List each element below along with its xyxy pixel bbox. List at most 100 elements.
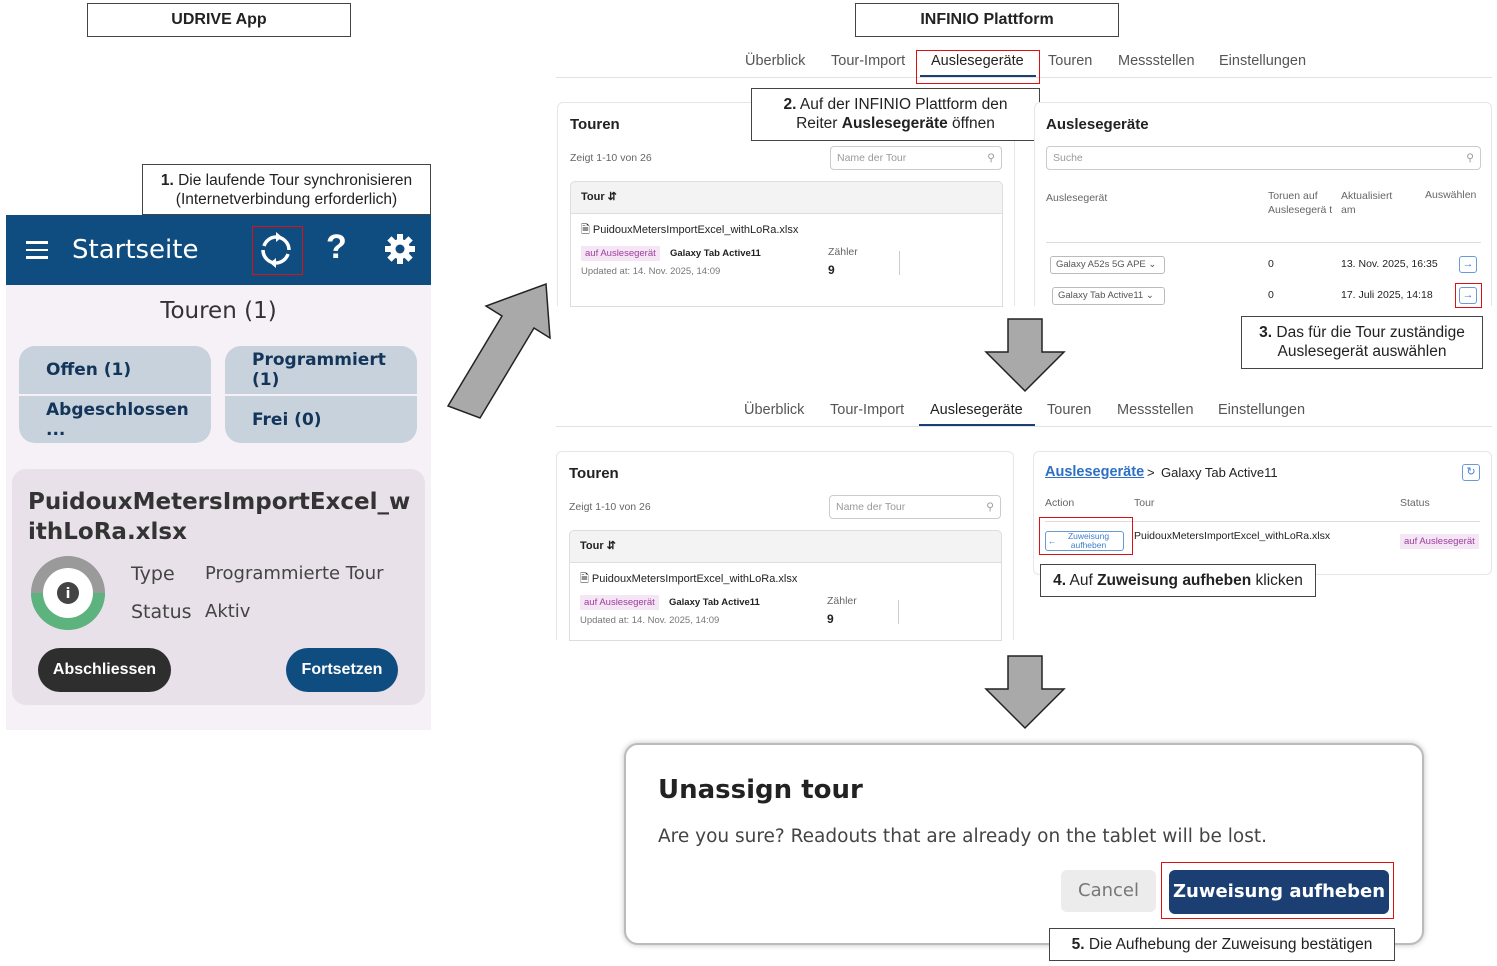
col-select: Auswählen xyxy=(1425,189,1477,201)
app-bar: Startseite ? xyxy=(6,215,431,285)
tab-readers[interactable]: Auslesegeräte xyxy=(931,53,1024,69)
gear-icon[interactable] xyxy=(384,233,416,270)
dialog-title: Unassign tour xyxy=(658,775,863,805)
tours-panel-title: Touren xyxy=(570,116,620,133)
filter-free[interactable]: Frei (0) xyxy=(225,396,417,443)
tab-overview[interactable]: Überblick xyxy=(745,53,805,69)
udrive-phone-screen: Startseite ? Touren (1) Offen (1) Progra… xyxy=(6,215,431,730)
reader-search-input[interactable]: Suche ⚲ xyxy=(1046,146,1481,170)
tab-settings[interactable]: Einstellungen xyxy=(1219,53,1306,69)
diagonal-arrow-icon xyxy=(446,282,551,419)
search-icon: ⚲ xyxy=(1466,152,1474,164)
filter-programmed[interactable]: Programmiert (1) xyxy=(225,346,417,394)
filter-open[interactable]: Offen (1) xyxy=(19,346,211,394)
type-value: Programmierte Tour xyxy=(205,563,384,584)
col-action: Action xyxy=(1045,497,1075,509)
tour-file-name: 🗎 PuidouxMetersImportExcel_withLoRa.xlsx xyxy=(581,224,799,236)
status-badge: auf Auslesegerät xyxy=(580,595,659,610)
svg-text:i: i xyxy=(66,586,71,602)
device-2-tours: 0 xyxy=(1268,289,1274,301)
dialog-message: Are you sure? Readouts that are already … xyxy=(658,826,1267,847)
col-reader: Auslesegerät xyxy=(1046,192,1108,204)
tab-measuring-points[interactable]: Messstellen xyxy=(1118,53,1195,69)
detail-status-badge: auf Auslesegerät xyxy=(1400,534,1479,549)
unassign-dialog: Unassign tour Are you sure? Readouts tha… xyxy=(624,743,1424,945)
progress-ring: i xyxy=(30,555,106,636)
breadcrumb-separator: > xyxy=(1147,465,1155,480)
tour-device: Galaxy Tab Active11 xyxy=(670,248,761,259)
down-arrow-icon xyxy=(984,318,1066,393)
device-detail-panel: Auslesegeräte > Galaxy Tab Active11 ↻ Ac… xyxy=(1033,451,1492,575)
refresh-icon[interactable]: ↻ xyxy=(1462,464,1480,481)
counter-label: Zähler xyxy=(828,246,858,258)
platform-tabs-top: Überblick Tour-Import Auslesegeräte Tour… xyxy=(556,50,1492,78)
continue-tour-button[interactable]: Fortsetzen xyxy=(286,648,398,692)
tour-search-input[interactable]: Name der Tour ⚲ xyxy=(829,495,1001,519)
tab-tour-import[interactable]: Tour-Import xyxy=(830,402,904,418)
sync-icon[interactable] xyxy=(258,232,294,273)
tours-panel-bottom: Touren Zeigt 1-10 von 26 Name der Tour ⚲ … xyxy=(556,451,1014,641)
close-tour-button[interactable]: Abschliessen xyxy=(38,648,171,692)
tab-settings[interactable]: Einstellungen xyxy=(1218,402,1305,418)
platform-tabs-bottom: Überblick Tour-Import Auslesegeräte Tour… xyxy=(556,399,1492,427)
readers-panel: Auslesegeräte Suche ⚲ Auslesegerät Toruen… xyxy=(1034,102,1492,306)
tab-tours[interactable]: Touren xyxy=(1047,402,1091,418)
device-select-1[interactable]: Galaxy A52s 5G APE ⌄ xyxy=(1050,256,1165,274)
status-label: Status xyxy=(131,601,192,623)
device-select-2[interactable]: Galaxy Tab Active11 ⌄ xyxy=(1052,287,1165,305)
tours-panel-title: Touren xyxy=(569,465,619,482)
help-icon[interactable]: ? xyxy=(326,228,347,267)
tab-readers[interactable]: Auslesegeräte xyxy=(930,402,1023,418)
tours-table-header[interactable]: Tour ⇵ xyxy=(570,181,1003,214)
filter-completed[interactable]: Abgeschlossen ... xyxy=(19,396,211,443)
tour-device: Galaxy Tab Active11 xyxy=(669,597,760,608)
device-1-updated: 13. Nov. 2025, 16:35 xyxy=(1341,258,1438,270)
tours-table-header[interactable]: Tour ⇵ xyxy=(569,530,1002,563)
counter-value: 9 xyxy=(828,263,835,277)
detail-tour-name: PuidouxMetersImportExcel_withLoRa.xlsx xyxy=(1134,530,1331,542)
col-updated: Aktualisiert am xyxy=(1341,190,1393,216)
search-icon: ⚲ xyxy=(987,152,995,164)
tours-count: Zeigt 1-10 von 26 xyxy=(569,501,651,513)
menu-icon[interactable] xyxy=(26,241,48,259)
step-4-callout: 4. Auf Zuweisung aufheben klicken xyxy=(1040,564,1316,597)
select-device-1-button[interactable]: → xyxy=(1459,256,1477,273)
tours-section-title: Touren (1) xyxy=(160,298,277,324)
tour-card[interactable]: PuidouxMetersImportExcel_withLoRa.xlsx i… xyxy=(12,469,425,705)
cancel-button[interactable]: Cancel xyxy=(1061,870,1156,912)
down-arrow-icon xyxy=(984,655,1066,730)
breadcrumb-device: Galaxy Tab Active11 xyxy=(1161,465,1278,480)
col-tours-on-reader: Toruen auf Auslesegerä t xyxy=(1268,190,1333,216)
col-status: Status xyxy=(1400,497,1430,509)
readers-panel-title: Auslesegeräte xyxy=(1046,116,1149,133)
unassign-button[interactable]: ← Zuweisung aufheben xyxy=(1045,531,1124,551)
table-row[interactable]: 🗎 PuidouxMetersImportExcel_withLoRa.xlsx… xyxy=(570,213,1003,307)
device-2-updated: 17. Juli 2025, 14:18 xyxy=(1341,289,1433,301)
tour-search-input[interactable]: Name der Tour ⚲ xyxy=(830,146,1002,170)
app-title: Startseite xyxy=(72,235,199,265)
type-label: Type xyxy=(131,563,175,585)
tours-count: Zeigt 1-10 von 26 xyxy=(570,152,652,164)
status-badge: auf Auslesegerät xyxy=(581,246,660,261)
select-device-2-button[interactable]: → xyxy=(1459,287,1477,304)
tour-card-title: PuidouxMetersImportExcel_withLoRa.xlsx xyxy=(28,489,411,545)
step-2-callout: 2. Auf der INFINIO Plattform den Reiter A… xyxy=(751,88,1040,141)
status-value: Aktiv xyxy=(205,601,251,622)
udrive-app-header: UDRIVE App xyxy=(87,3,351,37)
tour-updated: Updated at: 14. Nov. 2025, 14:09 xyxy=(580,615,720,626)
breadcrumb-readers-link[interactable]: Auslesegeräte xyxy=(1045,464,1144,480)
step-1-callout: 1. Die laufende Tour synchronisieren (Int… xyxy=(142,164,431,215)
tour-updated: Updated at: 14. Nov. 2025, 14:09 xyxy=(581,266,721,277)
step-5-callout: 5. Die Aufhebung der Zuweisung bestätige… xyxy=(1049,928,1395,961)
tab-overview[interactable]: Überblick xyxy=(744,402,804,418)
table-row[interactable]: 🗎 PuidouxMetersImportExcel_withLoRa.xlsx… xyxy=(569,562,1002,641)
step-3-callout: 3. Das für die Tour zuständige Ausleseger… xyxy=(1241,316,1483,369)
tab-tours[interactable]: Touren xyxy=(1048,53,1092,69)
tour-file-name: 🗎 PuidouxMetersImportExcel_withLoRa.xlsx xyxy=(580,573,798,585)
tab-measuring-points[interactable]: Messstellen xyxy=(1117,402,1194,418)
infinio-platform-header: INFINIO Plattform xyxy=(855,3,1119,37)
tab-tour-import[interactable]: Tour-Import xyxy=(831,53,905,69)
device-1-tours: 0 xyxy=(1268,258,1274,270)
counter-label: Zähler xyxy=(827,595,857,607)
confirm-unassign-button[interactable]: Zuweisung aufheben xyxy=(1169,870,1389,914)
